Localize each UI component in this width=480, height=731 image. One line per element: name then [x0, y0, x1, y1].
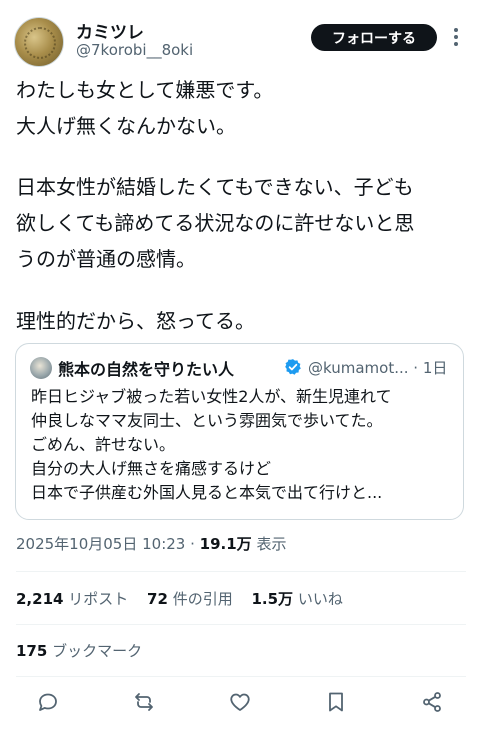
- quoted-handle-time: @kumamot... · 1日: [308, 359, 448, 377]
- more-options-icon[interactable]: [451, 26, 461, 48]
- timestamp[interactable]: 2025年10月05日 10:23 ·: [16, 535, 200, 553]
- post-text-line: 大人げ無くなんかない。: [16, 114, 236, 138]
- engagement-stats: 2,214 リポスト 72 件の引用 1.5万 いいね: [16, 588, 357, 609]
- divider: [16, 676, 466, 677]
- divider: [16, 624, 466, 625]
- quoted-text-line: 日本で子供産む外国人見ると本気で出て行けと...: [31, 483, 383, 502]
- likes-label: いいね: [297, 590, 343, 608]
- follow-button[interactable]: フォローする: [311, 24, 437, 51]
- share-icon: [423, 692, 441, 712]
- quoted-display-name: 熊本の自然を守りたい人: [58, 360, 235, 379]
- views-count: 19.1万: [199, 535, 252, 553]
- repost-button[interactable]: [132, 690, 158, 716]
- bookmarks-label: ブックマーク: [52, 642, 143, 660]
- quoted-text-line: ごめん、許せない。: [31, 435, 176, 454]
- share-button[interactable]: [420, 690, 446, 716]
- bookmarks-stat[interactable]: 175 ブックマーク: [16, 640, 142, 661]
- repost-icon: [135, 693, 153, 711]
- display-name[interactable]: カミツレ: [76, 18, 144, 43]
- bookmarks-count: 175: [16, 642, 48, 660]
- divider: [16, 571, 466, 572]
- reply-icon: [39, 693, 57, 711]
- views-label: 表示: [251, 535, 287, 553]
- post-meta: 2025年10月05日 10:23 · 19.1万 表示: [16, 533, 286, 554]
- verified-badge-icon: [285, 359, 301, 375]
- quotes-count: 72: [147, 590, 168, 608]
- avatar[interactable]: [14, 17, 64, 67]
- post-text-line: 欲しくても諦めてる状況なのに許せないと思: [16, 211, 415, 235]
- likes-count: 1.5万: [251, 590, 294, 608]
- reply-button[interactable]: [36, 690, 62, 716]
- post-text-line: うのが普通の感情。: [16, 247, 196, 271]
- likes-stat[interactable]: 1.5万 いいね: [251, 590, 356, 608]
- like-button[interactable]: [228, 690, 254, 716]
- post-text-line: 理性的だから、怒ってる。: [16, 309, 255, 333]
- action-bar: [0, 690, 480, 718]
- quoted-post-card[interactable]: 熊本の自然を守りたい人 @kumamot... · 1日 昨日ヒジャブ被った若い…: [15, 343, 464, 520]
- quoted-avatar: [30, 357, 52, 379]
- quotes-label: 件の引用: [172, 590, 233, 608]
- bookmark-button[interactable]: [324, 690, 350, 716]
- post-text-line: 日本女性が結婚したくてもできない、子ども: [16, 175, 414, 199]
- quoted-text-line: 自分の大人げ無さを痛感するけど: [31, 459, 272, 478]
- reposts-stat[interactable]: 2,214 リポスト: [16, 590, 142, 608]
- quoted-text-line: 仲良しなママ友同士、という雰囲気で歩いてた。: [31, 411, 383, 430]
- post-text-line: わたしも女として嫌悪です。: [16, 78, 274, 102]
- quotes-stat[interactable]: 72 件の引用: [147, 590, 247, 608]
- post-header: カミツレ @7korobi__8oki フォローする: [0, 0, 480, 70]
- quoted-text-line: 昨日ヒジャブ被った若い女性2人が、新生児連れて: [31, 387, 392, 406]
- reposts-count: 2,214: [16, 590, 64, 608]
- bookmark-icon: [329, 692, 343, 712]
- heart-icon: [230, 693, 250, 711]
- user-handle[interactable]: @7korobi__8oki: [76, 41, 193, 59]
- reposts-label: リポスト: [68, 590, 129, 608]
